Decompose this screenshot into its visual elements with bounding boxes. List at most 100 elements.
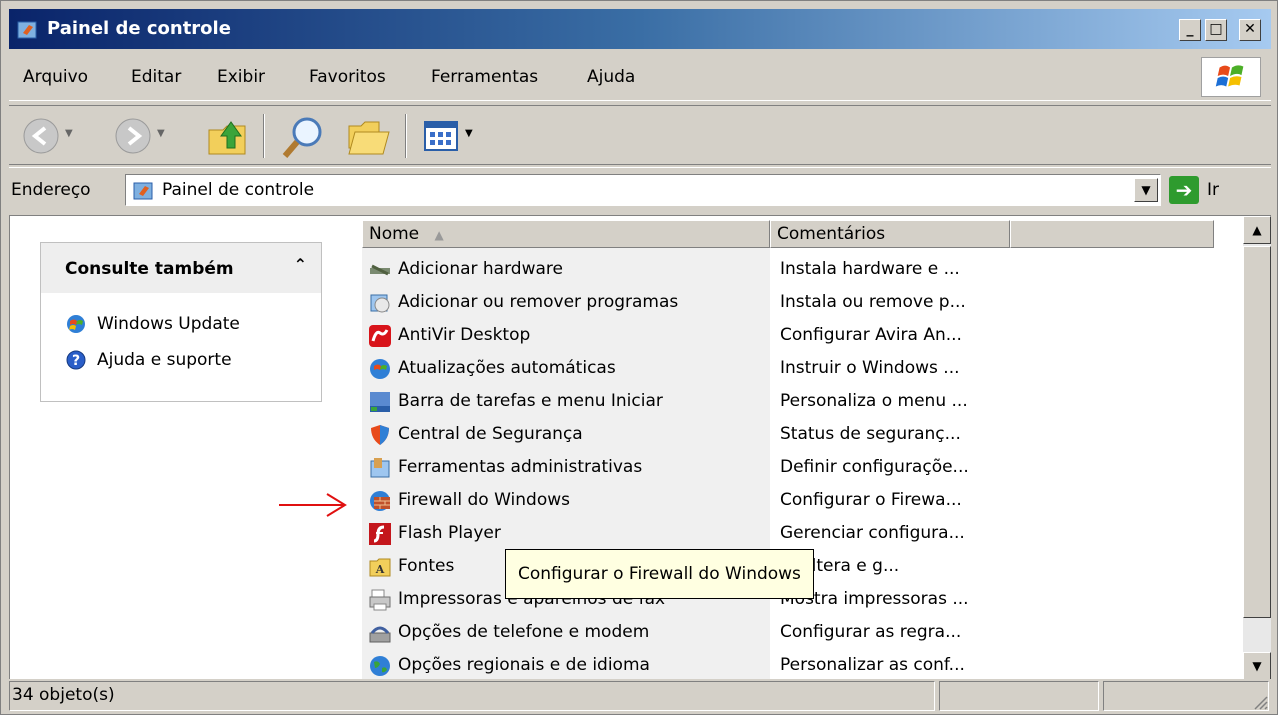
- list-item[interactable]: Adicionar hardware Instala hardware e ..…: [362, 253, 1242, 286]
- windows-update-icon: [67, 315, 85, 333]
- red-arrow-annotation: [279, 493, 347, 517]
- status-object-count: 34 objeto(s): [9, 681, 935, 711]
- taskbar-icon: [370, 392, 390, 412]
- see-also-help-support[interactable]: ? Ajuda e suporte: [65, 349, 232, 371]
- sort-ascending-icon: ▲: [434, 228, 444, 242]
- windows-logo-icon: [1201, 57, 1261, 97]
- control-panel-icon: [17, 21, 37, 39]
- item-comment: Instruir o Windows ...: [780, 358, 960, 378]
- item-comment: Gerenciar configura...: [780, 523, 965, 543]
- menu-bar: Arquivo Editar Exibir Favoritos Ferramen…: [9, 53, 1271, 101]
- item-name: Firewall do Windows: [398, 490, 570, 510]
- column-header-empty: [1010, 220, 1214, 248]
- scroll-down-button[interactable]: ▼: [1243, 652, 1271, 679]
- item-comment: Status de seguranç...: [780, 424, 961, 444]
- forward-icon[interactable]: [113, 116, 153, 156]
- item-name: Adicionar ou remover programas: [398, 292, 679, 312]
- see-also-windows-update[interactable]: Windows Update: [65, 313, 240, 335]
- column-header-comments[interactable]: Comentários: [770, 220, 1010, 248]
- fonts-folder-icon: A: [369, 558, 391, 577]
- scroll-up-button[interactable]: ▲: [1243, 216, 1271, 244]
- collapse-chevron-icon[interactable]: ⌃: [294, 255, 307, 274]
- list-item[interactable]: Opções regionais e de idioma Personaliza…: [362, 649, 1242, 679]
- go-arrow-icon[interactable]: ➔: [1169, 176, 1199, 204]
- column-header-name[interactable]: Nome ▲: [362, 220, 770, 248]
- item-comment: Configurar as regra...: [780, 622, 962, 642]
- list-item[interactable]: Ferramentas administrativas Definir conf…: [362, 451, 1242, 484]
- address-value: Painel de controle: [162, 180, 315, 200]
- column-comments-label: Comentários: [777, 224, 886, 244]
- see-also-panel: Consulte também ⌃ Windows Update ? Ajuda…: [40, 242, 322, 402]
- svg-text:A: A: [375, 563, 385, 576]
- column-name-label: Nome: [369, 224, 420, 244]
- tooltip: Configurar o Firewall do Windows: [505, 549, 814, 599]
- see-also-header[interactable]: Consulte também ⌃: [41, 243, 321, 293]
- menu-editar[interactable]: Editar: [131, 67, 181, 87]
- item-name: Ferramentas administrativas: [398, 457, 643, 477]
- security-center-icon: [371, 425, 389, 445]
- vertical-scrollbar[interactable]: ▲ ▼: [1243, 216, 1271, 679]
- antivir-icon: [369, 325, 391, 347]
- see-also-title: Consulte também: [65, 259, 234, 279]
- item-name: Opções de telefone e modem: [398, 622, 650, 642]
- list-item[interactable]: Central de Segurança Status de seguranç.…: [362, 418, 1242, 451]
- file-list: Nome ▲ Comentários Adicionar hardware In…: [362, 216, 1242, 679]
- toolbar-separator: [263, 114, 265, 158]
- address-bar: Endereço Painel de controle ▼ ➔ Ir: [9, 167, 1271, 211]
- item-comment: Personaliza o menu ...: [780, 391, 968, 411]
- regional-options-icon: [370, 656, 390, 676]
- address-dropdown-button[interactable]: ▼: [1134, 178, 1158, 202]
- scroll-thumb[interactable]: [1243, 246, 1271, 618]
- title-bar[interactable]: Painel de controle _ □ ✕: [9, 9, 1271, 49]
- list-item[interactable]: Opções de telefone e modem Configurar as…: [362, 616, 1242, 649]
- address-field[interactable]: Painel de controle ▼: [125, 174, 1161, 206]
- list-item[interactable]: Barra de tarefas e menu Iniciar Personal…: [362, 385, 1242, 418]
- add-remove-programs-icon: [370, 294, 390, 313]
- go-button[interactable]: Ir: [1207, 180, 1219, 200]
- status-bar: 34 objeto(s): [9, 679, 1271, 713]
- minimize-button[interactable]: _: [1179, 19, 1201, 41]
- forward-dropdown-icon[interactable]: ▼: [157, 128, 165, 139]
- views-dropdown-icon[interactable]: ▼: [465, 128, 473, 139]
- item-comment: Personalizar as conf...: [780, 655, 965, 675]
- control-panel-icon: [133, 182, 153, 200]
- menu-arquivo[interactable]: Arquivo: [23, 67, 88, 87]
- views-icon[interactable]: [423, 120, 461, 152]
- phone-modem-icon: [369, 626, 391, 643]
- item-name: Barra de tarefas e menu Iniciar: [398, 391, 663, 411]
- menu-ferramentas[interactable]: Ferramentas: [431, 67, 538, 87]
- toolbar: ▼ ▼ ▼: [9, 105, 1271, 165]
- list-item[interactable]: Atualizações automáticas Instruir o Wind…: [362, 352, 1242, 385]
- folders-icon[interactable]: [345, 116, 395, 158]
- item-name: Opções regionais e de idioma: [398, 655, 650, 675]
- maximize-button[interactable]: □: [1205, 19, 1227, 41]
- item-name: Flash Player: [398, 523, 501, 543]
- item-comment: Instala hardware e ...: [780, 259, 960, 279]
- explorer-window: Painel de controle _ □ ✕ Arquivo Editar …: [0, 0, 1278, 715]
- hardware-icon: [370, 264, 390, 276]
- menu-favoritos[interactable]: Favoritos: [309, 67, 386, 87]
- list-item[interactable]: AntiVir Desktop Configurar Avira An...: [362, 319, 1242, 352]
- list-item[interactable]: Firewall do Windows Configurar o Firewa.…: [362, 484, 1242, 517]
- list-item[interactable]: Adicionar ou remover programas Instala o…: [362, 286, 1242, 319]
- up-folder-icon[interactable]: [205, 114, 251, 158]
- admin-tools-icon: [370, 458, 390, 478]
- back-icon[interactable]: [21, 116, 61, 156]
- menu-exibir[interactable]: Exibir: [217, 67, 265, 87]
- status-pane-empty: [939, 681, 1099, 711]
- window-title: Painel de controle: [47, 18, 231, 39]
- back-dropdown-icon[interactable]: ▼: [65, 128, 73, 139]
- item-name: Atualizações automáticas: [398, 358, 616, 378]
- item-name: Fontes: [398, 556, 455, 576]
- automatic-updates-icon: [370, 359, 390, 379]
- flash-player-icon: [369, 523, 391, 545]
- resize-grip-icon[interactable]: [1251, 693, 1269, 711]
- item-comment: Definir configuraçõe...: [780, 457, 969, 477]
- search-icon[interactable]: [279, 114, 327, 160]
- menu-ajuda[interactable]: Ajuda: [587, 67, 635, 87]
- close-button[interactable]: ✕: [1239, 19, 1261, 41]
- toolbar-separator: [405, 114, 407, 158]
- list-item[interactable]: Flash Player Gerenciar configura...: [362, 517, 1242, 550]
- address-label: Endereço: [11, 180, 91, 200]
- item-comment: Configurar Avira An...: [780, 325, 962, 345]
